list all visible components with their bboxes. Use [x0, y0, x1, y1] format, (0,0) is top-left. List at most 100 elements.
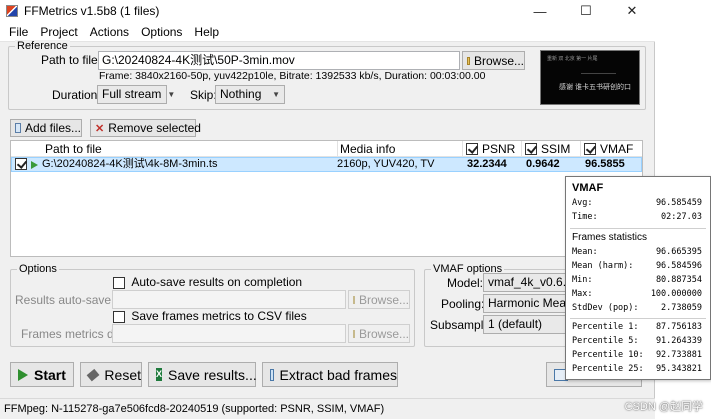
- column-vmaf[interactable]: VMAF: [584, 142, 633, 156]
- autosave-browse-label: Browse...: [359, 292, 410, 307]
- remove-selected-button[interactable]: ✕ Remove selected: [90, 119, 201, 137]
- options-group-title: Options: [17, 263, 59, 275]
- row-ssim: 0.9642: [526, 158, 560, 170]
- maximize-icon[interactable]: ☐: [563, 0, 609, 22]
- save-results-label: Save results...: [168, 366, 257, 383]
- extract-bad-frames-button[interactable]: Extract bad frames: [262, 362, 398, 387]
- vmaf-checkbox[interactable]: [584, 143, 596, 155]
- tooltip-stat-row: Max: 100.000000: [572, 289, 702, 299]
- tooltip-percentile-row: Percentile 5: 91.264339: [572, 336, 702, 346]
- pooling-label: Pooling:: [441, 297, 485, 311]
- duration-select[interactable]: Full stream ▼: [97, 85, 175, 104]
- column-psnr[interactable]: PSNR: [466, 142, 515, 156]
- start-button[interactable]: Start: [10, 362, 74, 387]
- save-frames-option[interactable]: Save frames metrics to CSV files: [113, 309, 307, 323]
- frames-browse-button[interactable]: Browse...: [348, 324, 410, 343]
- frames-dir-input[interactable]: [112, 324, 346, 343]
- ssim-checkbox[interactable]: [525, 143, 537, 155]
- folder-icon: [353, 329, 355, 338]
- autosave-checkbox[interactable]: [113, 276, 125, 289]
- app-window: FFMetrics v1.5b8 (1 files) — ☐ ✕ File Pr…: [0, 0, 655, 419]
- tooltip-stat-row: Mean (harm): 96.584596: [572, 261, 702, 271]
- file-list[interactable]: Path to file Media info PSNR SSIM VMAF G…: [10, 140, 643, 257]
- autosave-option[interactable]: Auto-save results on completion: [113, 275, 302, 289]
- add-file-icon: [15, 123, 21, 133]
- pooling-select-value: Harmonic Mean: [488, 296, 573, 310]
- eraser-icon: [86, 368, 100, 381]
- autosave-browse-button[interactable]: Browse...: [348, 290, 410, 309]
- menu-bar: File Project Actions Options Help: [0, 22, 655, 42]
- menu-options[interactable]: Options: [135, 25, 188, 39]
- minimize-icon[interactable]: —: [517, 0, 563, 22]
- skip-select-value: Nothing: [220, 87, 262, 101]
- folder-icon: [467, 56, 470, 65]
- column-psnr-label: PSNR: [482, 142, 516, 156]
- table-row[interactable]: G:\20240824-4K测试\4k-8M-3min.ts 2160p, YU…: [11, 157, 642, 172]
- image-icon: [270, 368, 274, 381]
- row-vmaf: 96.5855: [585, 158, 625, 170]
- column-vmaf-label: VMAF: [600, 142, 634, 156]
- thumbnail-subtitle-top: 重新 双 北京 第一 片尾: [547, 56, 598, 62]
- skip-label: Skip:: [190, 88, 217, 102]
- tooltip-avg-row: Avg: 96.585459: [572, 198, 702, 208]
- menu-file[interactable]: File: [3, 25, 34, 39]
- play-icon: [31, 159, 38, 172]
- frames-browse-label: Browse...: [359, 326, 410, 341]
- column-ssim[interactable]: SSIM: [525, 142, 570, 156]
- duration-select-value: Full stream: [102, 87, 162, 101]
- row-media-info: 2160p, YUV420, TV: [337, 158, 435, 170]
- save-frames-label: Save frames metrics to CSV files: [131, 309, 307, 323]
- file-list-header: Path to file Media info PSNR SSIM VMAF: [11, 141, 642, 157]
- row-psnr: 32.2344: [467, 158, 507, 170]
- tooltip-divider: [570, 228, 706, 229]
- title-bar: FFMetrics v1.5b8 (1 files) — ☐ ✕: [0, 0, 655, 22]
- autosave-dir-input[interactable]: [112, 290, 346, 309]
- skip-select[interactable]: Nothing ▼: [215, 85, 285, 104]
- remove-selected-label: Remove selected: [108, 121, 201, 135]
- vmaf-tooltip: VMAF Avg: 96.585459 Time: 02:27.03 Frame…: [565, 176, 711, 380]
- subsample-label: Subsample: [430, 318, 491, 332]
- tooltip-title: VMAF: [572, 182, 604, 194]
- close-icon[interactable]: ✕: [609, 0, 655, 22]
- subsample-select-value: 1 (default): [488, 317, 543, 331]
- save-results-button[interactable]: X Save results...: [148, 362, 257, 387]
- column-media-info[interactable]: Media info: [340, 142, 395, 156]
- reference-path-input[interactable]: G:\20240824-4K测试\50P-3min.mov: [98, 51, 460, 70]
- autosave-dir-label: Results auto-save fil: [15, 293, 124, 307]
- tooltip-percentile-row: Percentile 10: 92.733881: [572, 350, 702, 360]
- menu-project[interactable]: Project: [34, 25, 83, 39]
- watermark: CSDN @赵同学: [624, 401, 703, 413]
- reference-group-title: Reference: [15, 40, 70, 52]
- tooltip-section-title: Frames statistics: [572, 232, 648, 243]
- reference-thumbnail: 重新 双 北京 第一 片尾 感谢 谁卡五书研创的口: [540, 50, 640, 105]
- reset-button[interactable]: Reset: [80, 362, 142, 387]
- folder-icon: [353, 295, 355, 304]
- tooltip-stat-row: Min: 80.887354: [572, 275, 702, 285]
- tooltip-percentile-row: Percentile 1: 87.756183: [572, 322, 702, 332]
- frames-dir-label: Frames metrics dir:: [21, 327, 124, 341]
- reference-browse-button[interactable]: Browse...: [462, 51, 525, 70]
- column-ssim-label: SSIM: [541, 142, 571, 156]
- psnr-checkbox[interactable]: [466, 143, 478, 155]
- duration-label: Duration:: [52, 88, 101, 102]
- menu-actions[interactable]: Actions: [84, 25, 135, 39]
- autosave-label: Auto-save results on completion: [131, 275, 303, 289]
- app-logo-icon: [6, 5, 18, 17]
- reference-media-info: Frame: 3840x2160-50p, yuv422p10le, Bitra…: [99, 70, 486, 82]
- menu-help[interactable]: Help: [188, 25, 225, 39]
- chevron-down-icon: ▼: [272, 90, 280, 99]
- add-files-button[interactable]: Add files...: [10, 119, 82, 137]
- window-title: FFMetrics v1.5b8 (1 files): [24, 4, 160, 18]
- tooltip-stat-row: StdDev (pop): 2.738059: [572, 303, 702, 313]
- reference-path-label: Path to file:: [41, 53, 102, 67]
- excel-icon: X: [156, 368, 163, 381]
- column-path[interactable]: Path to file: [45, 142, 102, 156]
- tooltip-stat-row: Mean: 96.665395: [572, 247, 702, 257]
- status-bar: FFMpeg: N-115278-ga7e506fcd8-20240519 (s…: [0, 398, 655, 419]
- extract-bad-frames-label: Extract bad frames: [279, 366, 398, 383]
- reset-label: Reset: [104, 366, 141, 383]
- save-frames-checkbox[interactable]: [113, 310, 125, 323]
- model-select-value: vmaf_4k_v0.6.1: [488, 275, 573, 289]
- row-checkbox[interactable]: [15, 158, 27, 171]
- remove-icon: ✕: [95, 122, 105, 135]
